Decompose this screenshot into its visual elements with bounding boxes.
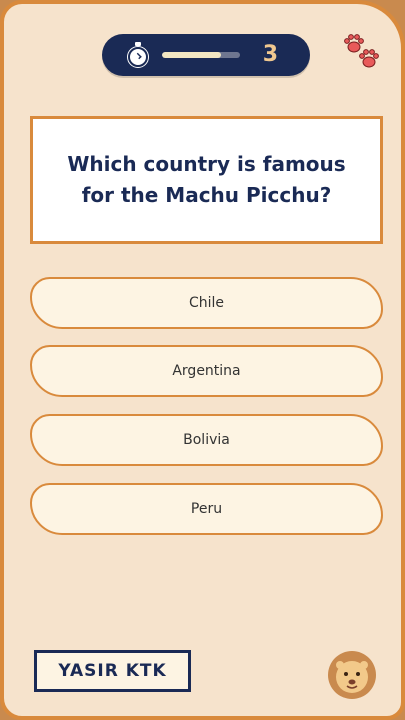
stopwatch-icon <box>128 42 148 67</box>
quiz-screen: 3 Which country is famous for the Machu … <box>0 0 405 720</box>
timer-progress-track <box>162 52 240 58</box>
timer-bar: 3 <box>102 34 310 76</box>
paw-prints-icon <box>344 34 379 68</box>
timer-count: 3 <box>262 42 278 67</box>
timer-progress-fill <box>162 52 221 58</box>
answer-option-2[interactable]: Argentina <box>30 345 383 397</box>
lion-face-icon <box>328 651 376 699</box>
answer-option-3[interactable]: Bolivia <box>30 414 383 466</box>
question-text: Which country is famous for the Machu Pi… <box>67 152 346 207</box>
answer-option-1[interactable]: Chile <box>30 277 383 329</box>
creator-name-tag: YASIR KTK <box>34 650 191 692</box>
answer-option-4[interactable]: Peru <box>30 483 383 535</box>
question-card: Which country is famous for the Machu Pi… <box>30 116 383 244</box>
